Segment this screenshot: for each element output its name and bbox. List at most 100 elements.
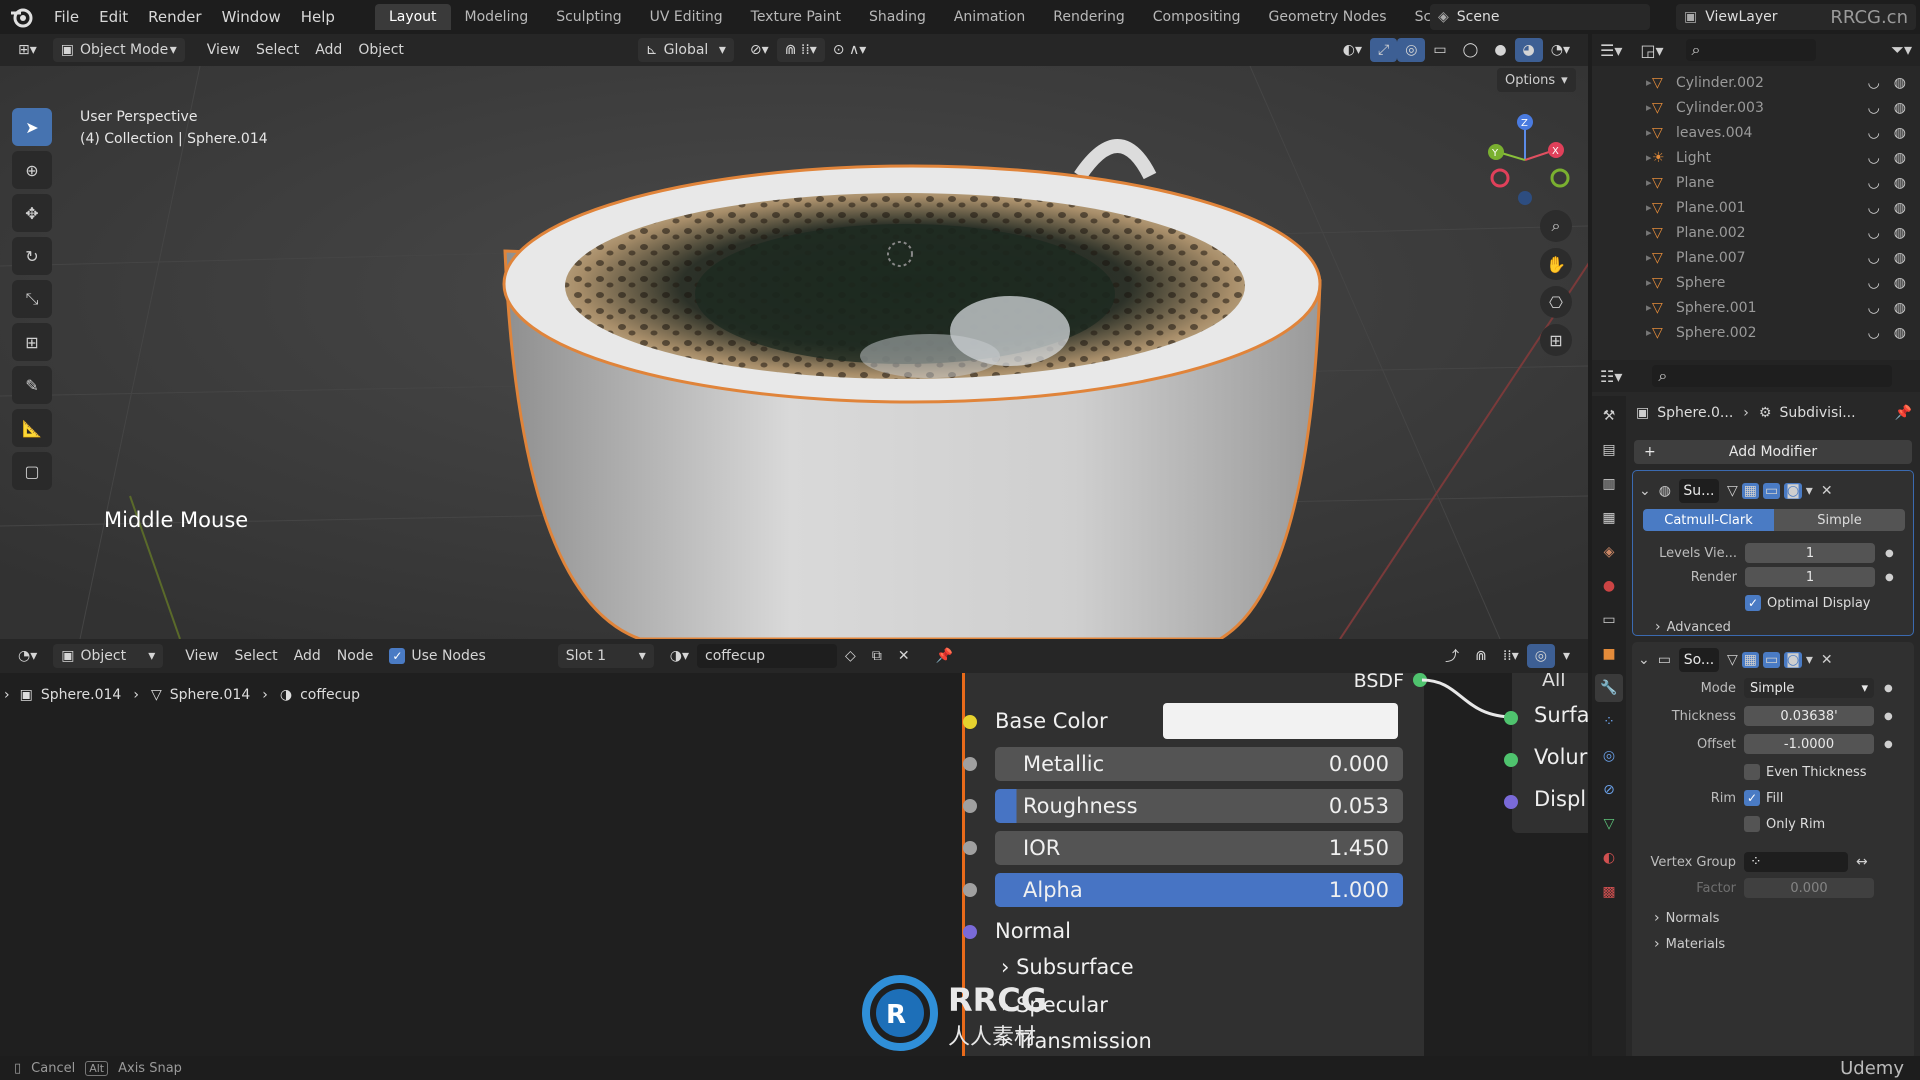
list-item[interactable]: ▸ ▽ Plane.007 ◡ ◍ — [1592, 245, 1920, 270]
menu-select[interactable]: Select — [226, 644, 285, 668]
editor-type-icon[interactable]: ☷▾ — [1600, 367, 1622, 386]
tab-shading[interactable]: Shading — [855, 4, 940, 30]
list-item[interactable]: ▸ ☀ Light ◡ ◍ — [1592, 145, 1920, 170]
expand-arrow-icon[interactable]: ▸ — [1646, 201, 1652, 214]
crumb-object[interactable]: Sphere.014 — [41, 687, 122, 703]
crumb-material[interactable]: coffecup — [300, 687, 360, 703]
snap-toggle[interactable]: ⋒ ⁞⁞▾ — [776, 38, 825, 62]
list-item[interactable]: ▸ ▽ Sphere.001 ◡ ◍ — [1592, 295, 1920, 320]
transform-orientation-selector[interactable]: ⊾ Global ▾ — [637, 38, 734, 62]
eye-icon[interactable]: ◡ — [1868, 75, 1880, 91]
render-levels-field[interactable]: 1 — [1745, 567, 1875, 587]
zoom-button[interactable]: ⌕ — [1540, 210, 1572, 242]
viewport-toggle-icon[interactable]: ▭ — [1762, 483, 1781, 499]
modifier-name-field[interactable]: So... — [1678, 648, 1719, 672]
materials-subpanel[interactable]: › Materials — [1654, 936, 1725, 952]
gizmo-toggle[interactable]: ⤢ — [1369, 38, 1398, 62]
eye-icon[interactable]: ◡ — [1868, 100, 1880, 116]
menu-select[interactable]: Select — [248, 38, 307, 62]
collapse-arrow-icon[interactable]: ⌄ — [1639, 483, 1651, 499]
shading-material[interactable]: ◕ — [1514, 38, 1543, 62]
modifier-name-field[interactable]: Su... — [1678, 479, 1719, 503]
base-color-socket[interactable] — [963, 715, 977, 729]
snap-mode-button[interactable]: ⁞⁞▾ — [1495, 644, 1527, 668]
camera-icon[interactable]: ◍ — [1894, 125, 1906, 141]
viewport-gizmo-toggle[interactable]: ◐▾ — [1335, 38, 1370, 62]
options-button[interactable]: Options ▾ — [1497, 68, 1576, 92]
list-item[interactable]: ▸ ▽ Plane.001 ◡ ◍ — [1592, 195, 1920, 220]
expand-arrow-icon[interactable]: ▸ — [1646, 276, 1652, 289]
list-item[interactable]: ▸ ▽ Cylinder.003 ◡ ◍ — [1592, 95, 1920, 120]
normal-socket[interactable] — [963, 925, 977, 939]
shading-wireframe[interactable]: ◯ — [1455, 38, 1487, 62]
output-tab[interactable]: ▥ — [1595, 470, 1623, 498]
factor-field[interactable]: 0.000 — [1744, 878, 1874, 898]
expand-arrow-icon[interactable]: ▸ — [1646, 251, 1652, 264]
menu-object[interactable]: Object — [350, 38, 412, 62]
particles-tab[interactable]: ⁘ — [1595, 708, 1623, 736]
simple-button[interactable]: Simple — [1774, 509, 1905, 531]
display-mode-icon[interactable]: ◲▾ — [1640, 41, 1663, 60]
tab-animation[interactable]: Animation — [940, 4, 1039, 30]
optimal-display-checkbox[interactable]: ✓ Optimal Display — [1745, 595, 1871, 611]
data-tab[interactable]: ▽ — [1595, 810, 1623, 838]
camera-icon[interactable]: ◍ — [1894, 200, 1906, 216]
camera-icon[interactable]: ◍ — [1894, 300, 1906, 316]
expand-arrow-icon[interactable]: ▸ — [1646, 226, 1652, 239]
eye-icon[interactable]: ◡ — [1868, 325, 1880, 341]
eye-icon[interactable]: ◡ — [1868, 125, 1880, 141]
thickness-field[interactable]: 0.03638' — [1744, 706, 1874, 726]
overlay-toggle[interactable]: ◎ — [1397, 38, 1426, 62]
shading-rendered[interactable]: ◔▾ — [1543, 38, 1578, 62]
menu-edit[interactable]: Edit — [89, 8, 138, 26]
roughness-socket[interactable] — [963, 799, 977, 813]
menu-add[interactable]: Add — [286, 644, 329, 668]
proportional-edit-button[interactable]: ⊙ ∧▾ — [825, 38, 874, 62]
ior-slider[interactable]: IOR 1.450 — [995, 831, 1403, 865]
camera-icon[interactable]: ◍ — [1894, 100, 1906, 116]
fake-user-button[interactable]: ◇ — [837, 644, 864, 668]
camera-icon[interactable]: ◍ — [1894, 250, 1906, 266]
tab-texture-paint[interactable]: Texture Paint — [737, 4, 855, 30]
scene-selector[interactable]: ◈ Scene — [1430, 4, 1650, 30]
menu-help[interactable]: Help — [291, 8, 345, 26]
camera-view-button[interactable]: ⎔ — [1540, 286, 1572, 318]
scene-tab[interactable]: ◈ — [1595, 538, 1623, 566]
alpha-slider[interactable]: Alpha 1.000 — [995, 873, 1403, 907]
pivot-point-button[interactable]: ⊘▾ — [742, 38, 777, 62]
tab-sculpting[interactable]: Sculpting — [542, 4, 635, 30]
levels-viewport-field[interactable]: 1 — [1745, 543, 1875, 563]
camera-icon[interactable]: ◍ — [1894, 75, 1906, 91]
overlay-toggle[interactable]: ◎ — [1526, 644, 1555, 668]
material-name-field[interactable]: coffecup — [697, 644, 838, 668]
physics-tab[interactable]: ◎ — [1595, 742, 1623, 770]
menu-render[interactable]: Render — [138, 8, 211, 26]
view-layer-selector[interactable]: ▣ ViewLayer RRCG.cn — [1676, 4, 1916, 30]
rotate-tool[interactable]: ↻ — [12, 237, 52, 275]
texture-tab[interactable]: ▩ — [1595, 878, 1623, 906]
list-item[interactable]: ▸ ▽ Plane.002 ◡ ◍ — [1592, 220, 1920, 245]
tab-geometry-nodes[interactable]: Geometry Nodes — [1255, 4, 1401, 30]
list-item[interactable]: ▸ ▽ Plane ◡ ◍ — [1592, 170, 1920, 195]
editor-type-button[interactable]: ⊞▾ — [10, 38, 45, 62]
shader-node-editor[interactable]: BSDF Base Color Metallic 0.000 Roughness… — [0, 673, 1588, 1060]
only-rim-checkbox[interactable]: Only Rim — [1744, 816, 1825, 832]
vertex-group-field[interactable]: ⁘ — [1744, 852, 1848, 872]
mode-selector[interactable]: ▣ Object Mode ▾ — [52, 38, 185, 62]
perspective-toggle-button[interactable]: ⊞ — [1540, 324, 1572, 356]
base-color-swatch[interactable] — [1163, 703, 1398, 739]
menu-node[interactable]: Node — [329, 644, 382, 668]
eye-icon[interactable]: ◡ — [1868, 250, 1880, 266]
invert-arrows-icon[interactable]: ↔ — [1856, 854, 1868, 870]
metallic-socket[interactable] — [963, 757, 977, 771]
3d-viewport[interactable]: User Perspective (4) Collection | Sphere… — [0, 66, 1588, 639]
cage-toggle-icon[interactable]: ▦ — [1741, 652, 1759, 668]
expand-arrow-icon[interactable]: ▸ — [1646, 301, 1652, 314]
roughness-slider[interactable]: Roughness 0.053 — [995, 789, 1403, 823]
list-item[interactable]: ▸ ▽ Sphere ◡ ◍ — [1592, 270, 1920, 295]
normals-subpanel[interactable]: › Normals — [1654, 910, 1719, 926]
metallic-slider[interactable]: Metallic 0.000 — [995, 747, 1403, 781]
surface-socket[interactable] — [1504, 711, 1518, 725]
duplicate-material-button[interactable]: ⧉ — [864, 644, 890, 668]
material-tab[interactable]: ◐ — [1595, 844, 1623, 872]
